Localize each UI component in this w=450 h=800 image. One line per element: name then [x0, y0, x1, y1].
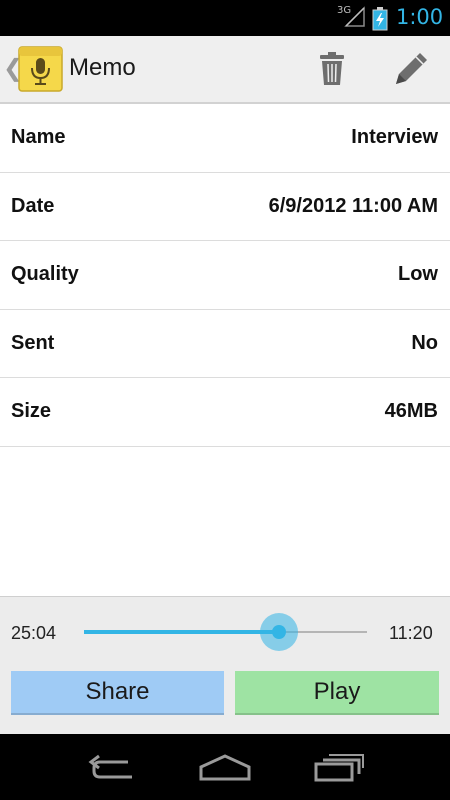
detail-label: Sent [11, 331, 55, 354]
navigation-bar [0, 734, 450, 800]
detail-row-size: Size 46MB [0, 378, 450, 447]
remaining-time: 11:20 [389, 623, 433, 643]
player-panel: 25:04 11:20 Share Play [0, 596, 450, 734]
share-button[interactable]: Share [11, 671, 224, 715]
detail-row-quality: Quality Low [0, 241, 450, 310]
detail-label: Name [11, 126, 66, 149]
nav-recents-icon[interactable] [313, 752, 365, 782]
elapsed-time: 25:04 [11, 623, 57, 643]
seek-progress [84, 630, 279, 634]
microphone-app-icon[interactable] [18, 46, 63, 92]
detail-label: Size [11, 400, 52, 423]
nav-home-icon[interactable] [197, 753, 253, 781]
edit-button[interactable] [388, 46, 434, 92]
status-bar: 3G 1:00 [0, 0, 450, 36]
detail-row-sent: Sent No [0, 310, 450, 378]
detail-value: Interview [351, 126, 438, 149]
detail-label: Date [11, 194, 55, 217]
detail-row-date: Date 6/9/2012 11:00 AM [0, 173, 450, 241]
delete-button[interactable] [312, 46, 352, 92]
memo-details-list: Name Interview Date 6/9/2012 11:00 AM Qu… [0, 104, 450, 447]
detail-row-name: Name Interview [0, 104, 450, 173]
detail-value: No [411, 331, 438, 354]
signal-icon [344, 6, 365, 27]
pencil-icon [396, 53, 427, 84]
detail-value: 46MB [384, 400, 438, 423]
nav-back-icon[interactable] [88, 752, 136, 782]
detail-label: Quality [11, 263, 79, 286]
detail-value: 6/9/2012 11:00 AM [268, 194, 438, 217]
seek-bar[interactable] [84, 613, 367, 651]
status-clock: 1:00 [396, 5, 444, 29]
play-button[interactable]: Play [235, 671, 439, 715]
action-bar: ❮ Memo [0, 36, 450, 104]
trash-icon [320, 52, 344, 85]
battery-charging-icon [372, 7, 388, 31]
seek-thumb[interactable] [272, 625, 286, 639]
page-title: Memo [69, 54, 136, 81]
detail-value: Low [398, 263, 438, 286]
